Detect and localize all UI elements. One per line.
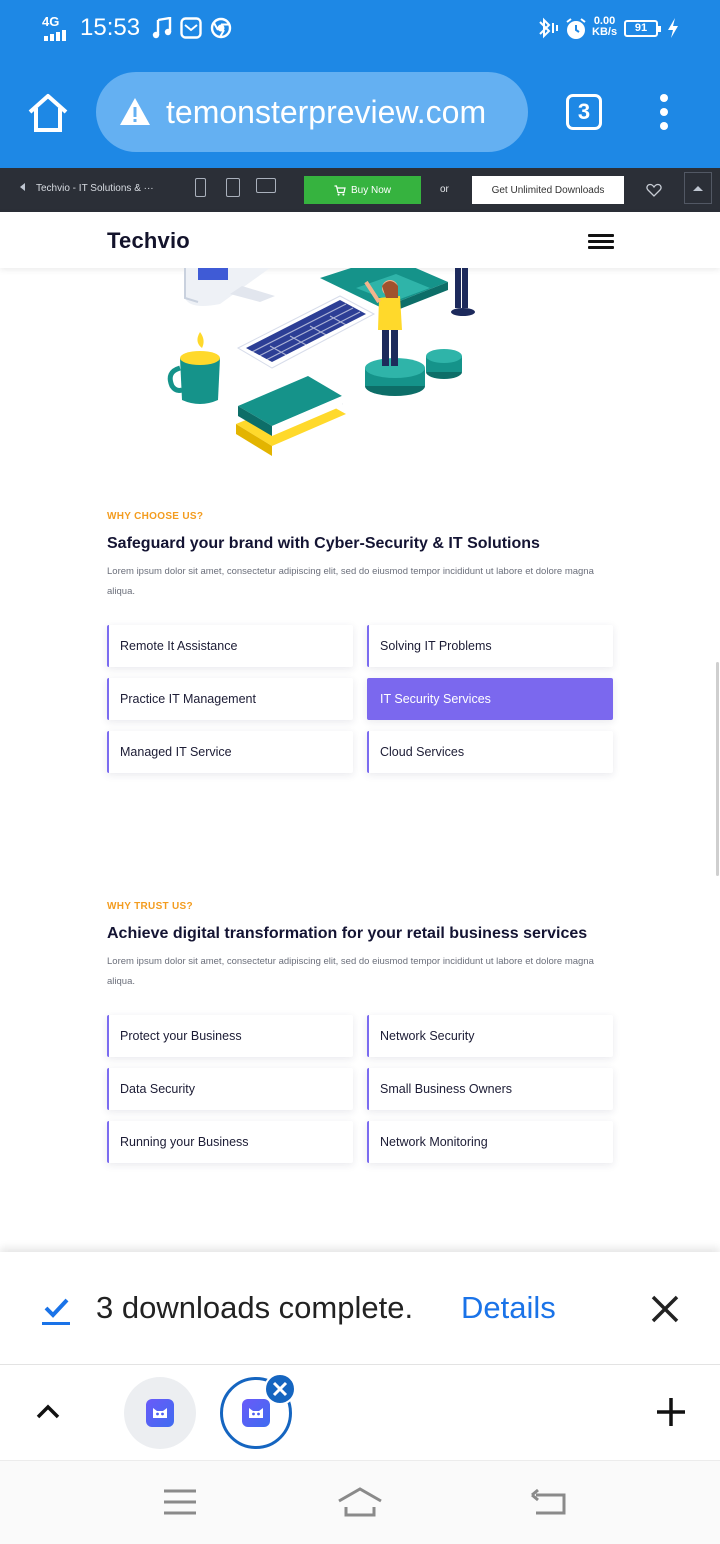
alarm-icon <box>566 18 586 39</box>
page-scrollbar[interactable] <box>716 662 719 876</box>
mobile-view-icon[interactable] <box>195 178 206 197</box>
service-card[interactable]: Managed IT Service <box>107 731 353 773</box>
download-notification-bar: 3 downloads complete. Details <box>0 1252 720 1364</box>
site-favicon-icon <box>146 1399 174 1427</box>
chrome-icon <box>210 17 232 39</box>
hamburger-menu-icon[interactable] <box>588 234 614 249</box>
close-tab-icon[interactable] <box>264 1373 296 1405</box>
close-icon[interactable] <box>650 1294 680 1324</box>
recent-apps-icon[interactable] <box>162 1487 198 1517</box>
signal-icon <box>44 30 66 41</box>
address-bar[interactable]: temonsterpreview.com <box>96 72 528 152</box>
charging-icon <box>668 18 678 38</box>
chevron-up-icon[interactable] <box>36 1403 60 1419</box>
site-header: Techvio <box>0 212 720 268</box>
overflow-menu-icon[interactable] <box>654 94 674 134</box>
feature-card[interactable]: Data Security <box>107 1068 353 1110</box>
mail-app-icon <box>180 17 202 39</box>
service-card[interactable]: Solving IT Problems <box>367 625 613 667</box>
status-bar: 4G 15:53 0.00 KB/s 91 <box>0 0 720 58</box>
desktop-view-icon[interactable] <box>256 178 276 193</box>
network-type: 4G <box>42 14 60 29</box>
feature-card[interactable]: Small Business Owners <box>367 1068 613 1110</box>
service-card[interactable]: Cloud Services <box>367 731 613 773</box>
browser-chrome: 4G 15:53 0.00 KB/s 91 temonsterpreview.co… <box>0 0 720 168</box>
tab-switcher-button[interactable]: 3 <box>566 94 602 130</box>
buy-now-button[interactable]: Buy Now <box>304 176 421 204</box>
buy-now-label: Buy Now <box>350 184 391 196</box>
network-speed: 0.00 KB/s <box>592 15 618 38</box>
download-details-link[interactable]: Details <box>461 1290 556 1326</box>
clock: 15:53 <box>80 14 141 41</box>
home-icon[interactable] <box>26 90 70 134</box>
not-secure-icon[interactable] <box>118 96 152 128</box>
preview-page-title[interactable]: Techvio - IT Solutions & ··· <box>36 183 154 194</box>
tab-strip <box>0 1364 720 1460</box>
service-card[interactable]: Remote It Assistance <box>107 625 353 667</box>
tab-thumbnail[interactable] <box>124 1377 196 1449</box>
section1-kicker: WHY CHOOSE US? <box>107 511 204 522</box>
unlimited-downloads-button[interactable]: Get Unlimited Downloads <box>472 176 624 204</box>
service-card-active[interactable]: IT Security Services <box>367 678 613 720</box>
back-nav-icon[interactable] <box>530 1487 568 1517</box>
download-complete-icon <box>42 1298 70 1325</box>
section2-kicker: WHY TRUST US? <box>107 901 193 912</box>
tablet-view-icon[interactable] <box>226 178 240 197</box>
back-arrow-icon[interactable] <box>20 183 25 191</box>
new-tab-icon[interactable] <box>656 1397 686 1427</box>
home-nav-icon[interactable] <box>336 1485 384 1519</box>
section2-text: Lorem ipsum dolor sit amet, consectetur … <box>107 956 594 987</box>
service-card[interactable]: Practice IT Management <box>107 678 353 720</box>
section1-text: Lorem ipsum dolor sit amet, consectetur … <box>107 566 594 597</box>
caret-up-icon <box>693 186 703 191</box>
section1-title: Safeguard your brand with Cyber-Security… <box>107 535 540 552</box>
music-icon <box>152 17 172 39</box>
feature-card[interactable]: Network Security <box>367 1015 613 1057</box>
section2-title: Achieve digital transformation for your … <box>107 925 588 942</box>
battery-indicator: 91 <box>624 20 661 37</box>
feature-card[interactable]: Network Monitoring <box>367 1121 613 1163</box>
feature-card[interactable]: Protect your Business <box>107 1015 353 1057</box>
isometric-illustration <box>167 268 475 456</box>
collapse-toolbar-button[interactable] <box>684 172 712 204</box>
site-logo[interactable]: Techvio <box>107 228 190 254</box>
cart-icon <box>334 184 346 196</box>
or-label: or <box>440 184 449 195</box>
site-favicon-icon <box>242 1399 270 1427</box>
bluetooth-vibrate-icon <box>539 17 558 39</box>
feature-card[interactable]: Running your Business <box>107 1121 353 1163</box>
system-navigation-bar <box>0 1460 720 1544</box>
url-text[interactable]: temonsterpreview.com <box>166 94 516 131</box>
heart-icon[interactable] <box>646 182 662 198</box>
download-message: 3 downloads complete. <box>96 1290 414 1325</box>
